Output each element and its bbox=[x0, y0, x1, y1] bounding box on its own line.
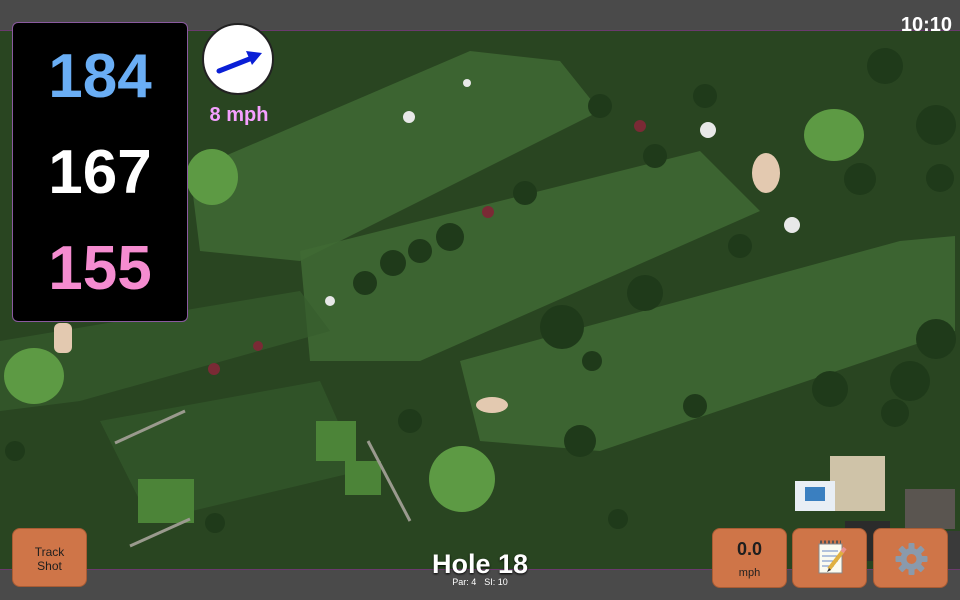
distance-front: 155 bbox=[48, 234, 152, 303]
wind-direction-indicator bbox=[202, 23, 274, 95]
hole-stroke-index: SI: 10 bbox=[484, 577, 508, 587]
speed-unit: mph bbox=[738, 567, 761, 579]
distance-panel: 184 167 155 bbox=[12, 22, 188, 322]
arrow-icon bbox=[216, 51, 262, 74]
wind-speed: 8 mph bbox=[209, 104, 269, 126]
settings-button[interactable] bbox=[873, 528, 948, 588]
hole-info: Par: 4 SI: 10 bbox=[380, 577, 580, 587]
hole-title: Hole 18 bbox=[431, 549, 529, 579]
distance-middle: 167 bbox=[48, 138, 152, 207]
track-shot-label-line1: Track bbox=[34, 545, 65, 559]
notepad-icon bbox=[818, 540, 847, 574]
hole-par: Par: 4 bbox=[452, 577, 477, 587]
notes-button[interactable] bbox=[792, 528, 867, 588]
distance-back: 184 bbox=[48, 42, 152, 111]
speed-value: 0.0 bbox=[736, 539, 763, 559]
gear-icon bbox=[895, 543, 928, 575]
track-shot-label-line2: Shot bbox=[37, 559, 62, 573]
track-shot-button[interactable]: Track Shot bbox=[12, 528, 87, 587]
clock: 10:10 bbox=[900, 14, 952, 36]
speed-button[interactable]: 0.0 mph bbox=[712, 528, 787, 588]
